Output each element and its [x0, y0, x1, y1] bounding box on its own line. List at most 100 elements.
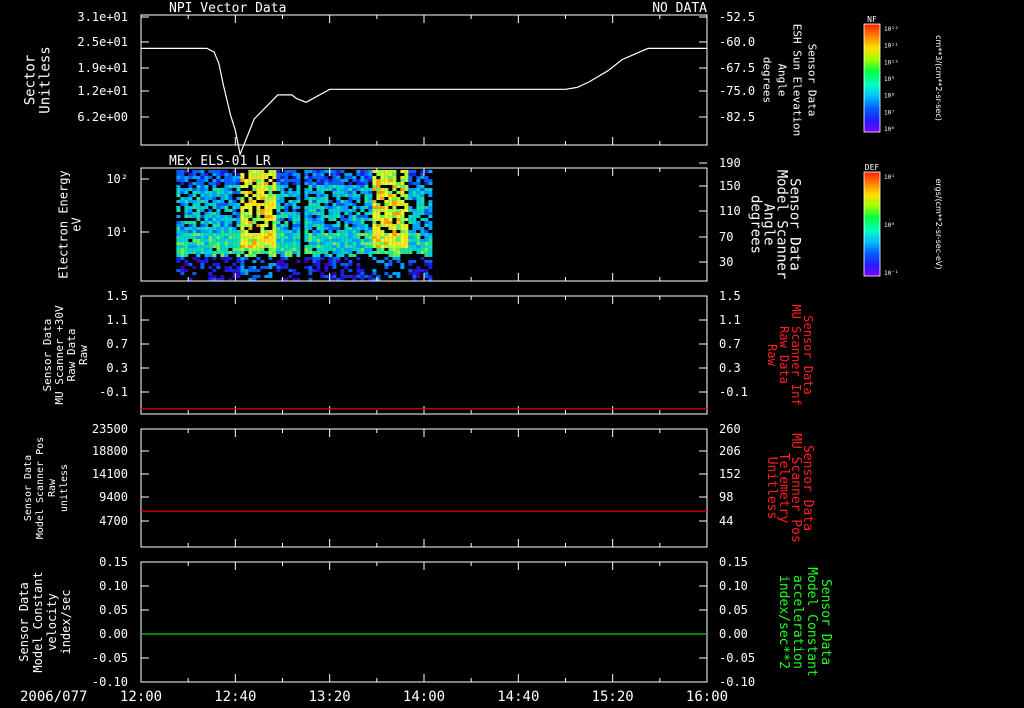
- heatmap-cell: [352, 188, 357, 191]
- heatmap-cell: [336, 224, 341, 227]
- heatmap-cell: [232, 263, 237, 266]
- heatmap-cell: [408, 173, 413, 176]
- right-axis-label-line: ESH Sun Elevation: [791, 24, 804, 137]
- heatmap-cell: [192, 170, 197, 173]
- heatmap-cell: [248, 233, 253, 236]
- heatmap-cell: [276, 260, 281, 263]
- heatmap-cell: [244, 194, 249, 197]
- heatmap-cell: [308, 191, 313, 194]
- heatmap-cell: [304, 176, 309, 179]
- heatmap-cell: [428, 215, 433, 218]
- heatmap-cell: [304, 188, 309, 191]
- heatmap-cell: [416, 182, 421, 185]
- heatmap-cell: [224, 221, 229, 224]
- heatmap-cell: [388, 179, 393, 182]
- heatmap-cell: [384, 218, 389, 221]
- heatmap-cell: [212, 188, 217, 191]
- heatmap-cell: [212, 233, 217, 236]
- heatmap-cell: [176, 191, 181, 194]
- heatmap-cell: [180, 239, 185, 242]
- heatmap-cell: [364, 227, 369, 230]
- heatmap-cell: [312, 263, 317, 266]
- heatmap-cell: [216, 236, 221, 239]
- heatmap-cell: [320, 218, 325, 221]
- heatmap-cell: [308, 257, 313, 260]
- heatmap-cell: [428, 179, 433, 182]
- heatmap-cell: [324, 269, 329, 272]
- heatmap-cell: [256, 173, 261, 176]
- heatmap-cell: [272, 230, 277, 233]
- heatmap-cell: [320, 245, 325, 248]
- heatmap-cell: [180, 266, 185, 269]
- heatmap-cell: [200, 242, 205, 245]
- heatmap-cell: [412, 215, 417, 218]
- heatmap-cell: [416, 251, 421, 254]
- heatmap-cell: [340, 254, 345, 257]
- heatmap-cell: [220, 179, 225, 182]
- heatmap-cell: [256, 218, 261, 221]
- chart-figure: 3.1e+012.5e+011.9e+011.2e+016.2e+00-52.5…: [17, 1, 943, 705]
- heatmap-cell: [180, 257, 185, 260]
- heatmap-cell: [388, 221, 393, 224]
- heatmap-cell: [252, 188, 257, 191]
- heatmap-cell: [216, 191, 221, 194]
- heatmap-cell: [352, 242, 357, 245]
- heatmap-cell: [372, 233, 377, 236]
- heatmap-cell: [296, 272, 301, 275]
- heatmap-cell: [344, 227, 349, 230]
- heatmap-cell: [176, 227, 181, 230]
- heatmap-cell: [284, 239, 289, 242]
- colorbar-tick-label: 10¹²: [884, 26, 898, 33]
- heatmap-cell: [244, 245, 249, 248]
- heatmap-cell: [332, 233, 337, 236]
- heatmap-cell: [284, 224, 289, 227]
- heatmap-cell: [204, 212, 209, 215]
- heatmap-cell: [400, 182, 405, 185]
- heatmap-cell: [396, 251, 401, 254]
- heatmap-cell: [260, 236, 265, 239]
- heatmap-cell: [404, 242, 409, 245]
- heatmap-cell: [240, 269, 245, 272]
- heatmap-cell: [220, 242, 225, 245]
- heatmap-cell: [400, 188, 405, 191]
- heatmap-cell: [348, 221, 353, 224]
- heatmap-cell: [296, 206, 301, 209]
- heatmap-cell: [304, 236, 309, 239]
- heatmap-cell: [256, 185, 261, 188]
- heatmap-cell: [288, 248, 293, 251]
- heatmap-cell: [396, 185, 401, 188]
- heatmap-cell: [372, 209, 377, 212]
- left-tick-label: 14100: [92, 467, 128, 481]
- heatmap-cell: [220, 236, 225, 239]
- heatmap-cell: [368, 233, 373, 236]
- heatmap-cell: [276, 236, 281, 239]
- heatmap-cell: [364, 239, 369, 242]
- heatmap-cell: [244, 185, 249, 188]
- colorbar-tick-label: 10⁸: [884, 93, 895, 100]
- heatmap-cell: [328, 224, 333, 227]
- heatmap-cell: [428, 221, 433, 224]
- heatmap-cell: [332, 191, 337, 194]
- heatmap-cell: [248, 209, 253, 212]
- heatmap-cell: [372, 212, 377, 215]
- heatmap-cell: [404, 248, 409, 251]
- heatmap-cell: [316, 239, 321, 242]
- heatmap-cell: [296, 191, 301, 194]
- heatmap-cell: [184, 245, 189, 248]
- heatmap-cell: [424, 236, 429, 239]
- heatmap-cell: [340, 185, 345, 188]
- heatmap-cell: [392, 194, 397, 197]
- heatmap-cell: [428, 266, 433, 269]
- heatmap-cell: [376, 194, 381, 197]
- heatmap-cell: [292, 233, 297, 236]
- heatmap-cell: [288, 173, 293, 176]
- heatmap-cell: [280, 248, 285, 251]
- heatmap-cell: [356, 224, 361, 227]
- heatmap-cell: [236, 275, 241, 278]
- heatmap-cell: [352, 239, 357, 242]
- panel-frame: [140, 14, 708, 146]
- left-axis-label-line: Model Scanner Pos: [35, 437, 46, 539]
- heatmap-cell: [420, 191, 425, 194]
- colorbar-label: NF: [867, 15, 877, 24]
- heatmap-cell: [376, 179, 381, 182]
